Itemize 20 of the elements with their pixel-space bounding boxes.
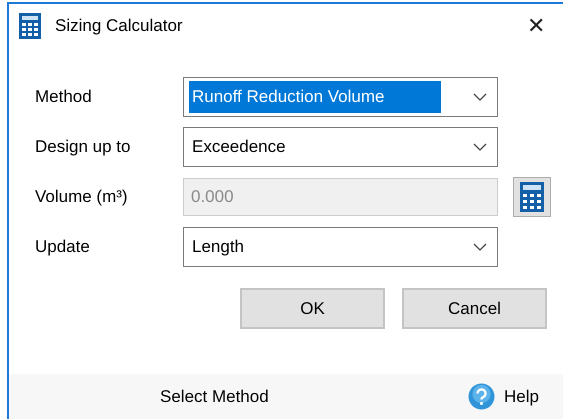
- field-label: Volume (m³): [35, 186, 129, 208]
- dialog-button[interactable]: OK: [240, 288, 385, 329]
- dialog-button[interactable]: Cancel: [402, 288, 547, 329]
- chevron-down-icon: [473, 93, 487, 101]
- chevron-down-icon: [473, 143, 487, 151]
- help-link[interactable]: Help: [504, 384, 539, 410]
- field-label: Update: [35, 236, 91, 258]
- close-button[interactable]: ✕: [523, 15, 549, 37]
- field-label: Method: [35, 86, 93, 108]
- chevron-down-icon: [473, 243, 487, 251]
- dropdown[interactable]: Length: [183, 227, 498, 267]
- calculator-icon: [19, 13, 41, 39]
- calculator-button[interactable]: [513, 177, 551, 217]
- dropdown[interactable]: Exceedence: [183, 127, 498, 167]
- field-label: Design up to: [35, 136, 132, 158]
- help-icon[interactable]: [468, 383, 496, 410]
- dropdown[interactable]: Runoff Reduction Volume: [183, 77, 498, 117]
- window-title: Sizing Calculator: [55, 15, 183, 38]
- status-message: Select Method: [160, 386, 269, 408]
- calculator-icon: [520, 182, 544, 212]
